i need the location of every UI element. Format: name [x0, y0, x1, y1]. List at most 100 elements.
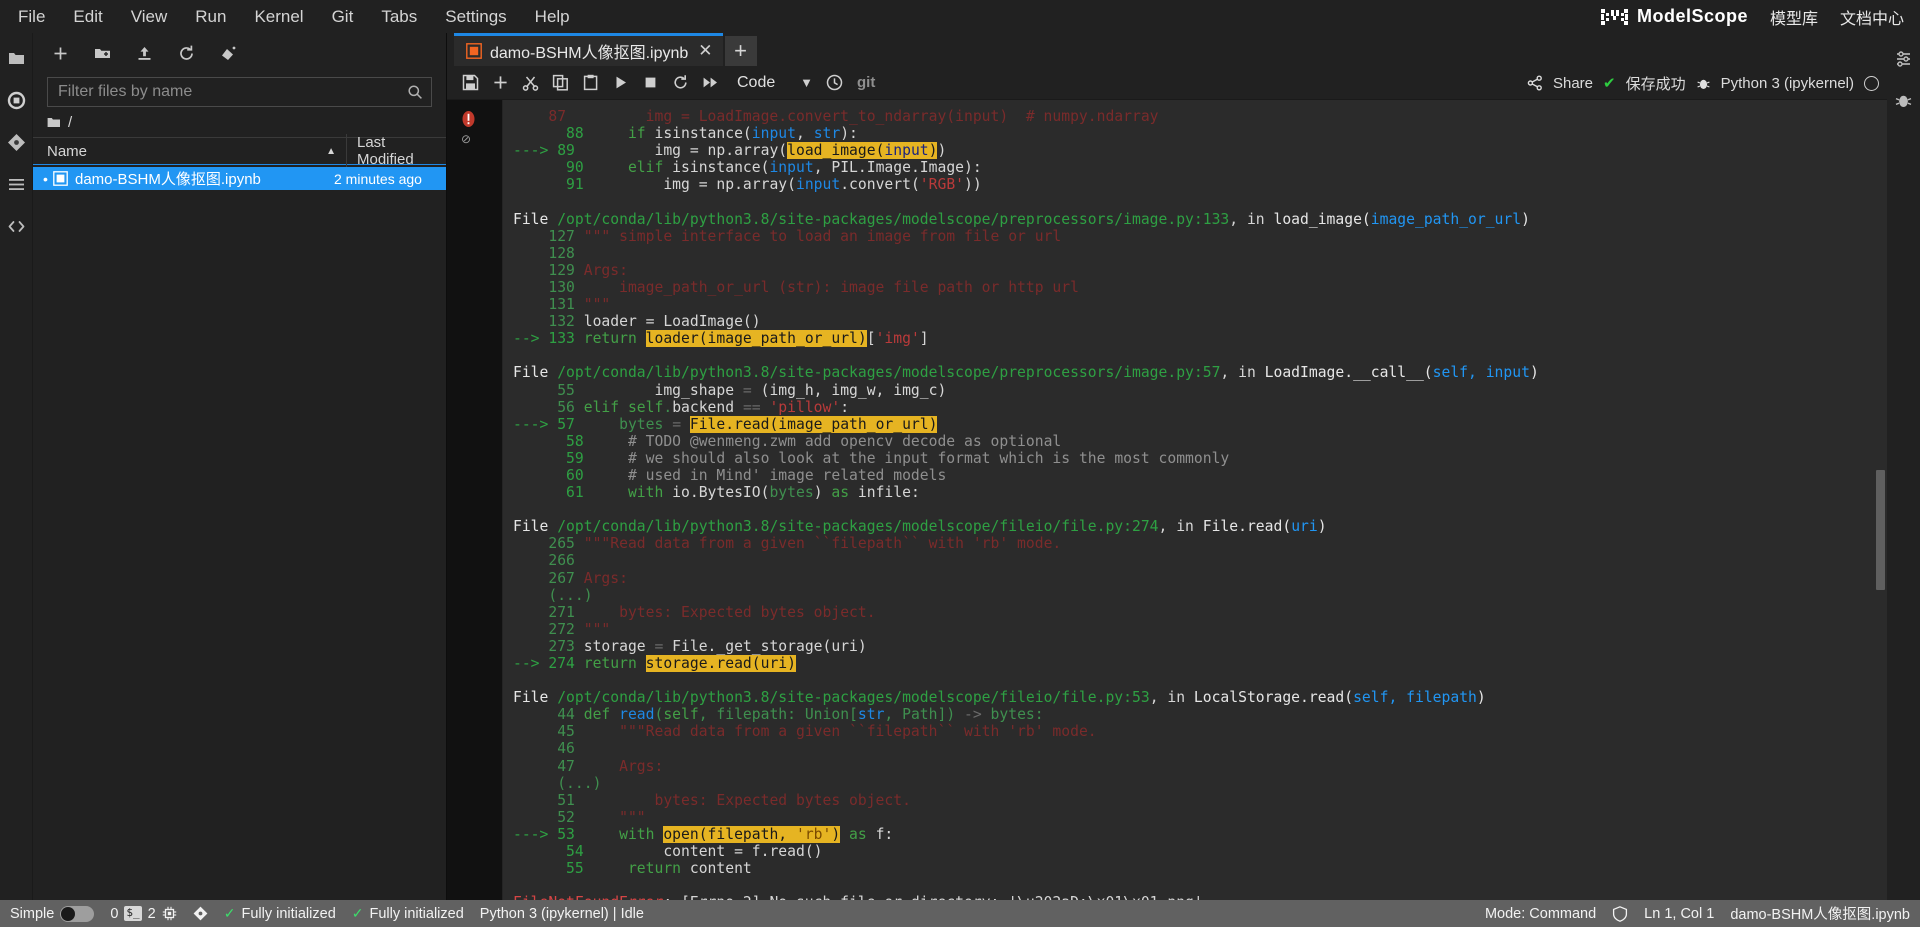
kernel-status[interactable]: Python 3 (ipykernel) | Idle: [480, 906, 644, 922]
column-header-modified[interactable]: Last Modified: [346, 134, 446, 168]
property-inspector-button[interactable]: [1887, 37, 1920, 79]
notebook-body: ⊘ 87 img = LoadImage.convert_to_ndarray(…: [447, 100, 1887, 900]
kernel-name-label[interactable]: Python 3 (ipykernel): [1721, 75, 1854, 92]
toggle-switch[interactable]: [60, 905, 95, 922]
status-bar: Simple 0 $_ 2 ✓ Fully initialized ✓ Full…: [0, 900, 1920, 927]
save-success-icon: ✔: [1603, 75, 1616, 92]
file-list: • damo-BSHM人像抠图.ipynb 2 minutes ago: [33, 165, 446, 900]
terminal-icon: $_: [124, 906, 142, 921]
sort-ascending-icon: ▲: [326, 145, 336, 157]
sidebar-item-git[interactable]: [0, 121, 33, 163]
simple-mode-label: Simple: [10, 905, 55, 922]
sidebar-item-file-browser[interactable]: [0, 37, 33, 79]
file-browser-panel: / Name ▲ Last Modified • damo-BSHM人像抠图.i…: [33, 33, 447, 900]
output-scrollbar-thumb[interactable]: [1876, 470, 1885, 590]
menu-kernel[interactable]: Kernel: [240, 4, 317, 29]
search-input[interactable]: [56, 82, 407, 102]
git-status-icon-wrap[interactable]: [193, 906, 208, 921]
debugger-panel-button[interactable]: [1887, 79, 1920, 121]
menu-view[interactable]: View: [117, 4, 182, 29]
cell-output-traceback: 87 img = LoadImage.convert_to_ndarray(in…: [502, 100, 1887, 900]
breadcrumb[interactable]: /: [33, 107, 446, 137]
git-icon: [193, 906, 208, 921]
share-button[interactable]: Share: [1553, 75, 1593, 92]
modelscope-logo[interactable]: ModelScope: [1600, 6, 1748, 27]
save-icon: [462, 74, 478, 91]
sidebar-item-running[interactable]: [0, 79, 33, 121]
cell-type-select[interactable]: Code ▼: [735, 70, 815, 96]
copy-icon: [552, 74, 568, 91]
file-filter-box[interactable]: [47, 77, 432, 107]
upload-button[interactable]: [123, 36, 165, 70]
traceback-text: 87 img = LoadImage.convert_to_ndarray(in…: [513, 108, 1539, 900]
kernel-idle-indicator[interactable]: [1864, 75, 1879, 91]
refresh-icon: [179, 45, 193, 60]
run-cell-button[interactable]: [605, 69, 635, 97]
restart-icon: [673, 75, 687, 89]
shield-icon: [1613, 905, 1628, 922]
check-icon: ✓: [351, 905, 364, 921]
terminal-count: 0: [110, 905, 119, 922]
brand-zone: ModelScope 模型库 文档中心: [1600, 0, 1920, 33]
menu-tabs[interactable]: Tabs: [367, 4, 431, 29]
output-scrollbar[interactable]: [1875, 100, 1886, 900]
file-list-header: Name ▲ Last Modified: [33, 134, 446, 168]
bug-icon[interactable]: [1696, 76, 1711, 91]
menu-edit[interactable]: Edit: [59, 4, 116, 29]
notebook-mode[interactable]: Mode: Command: [1485, 906, 1596, 922]
init-status-label-1: Fully initialized: [241, 905, 336, 922]
brand-link-docs[interactable]: 文档中心: [1840, 5, 1904, 29]
simple-interface-toggle[interactable]: Simple: [10, 905, 95, 922]
new-file-from-path-button[interactable]: [207, 36, 249, 70]
new-folder-button[interactable]: [81, 36, 123, 70]
insert-cell-button[interactable]: [485, 69, 515, 97]
close-icon[interactable]: ✕: [696, 41, 712, 61]
cell-collapse-marker[interactable]: ⊘: [461, 132, 471, 146]
folder-icon: [8, 52, 24, 64]
restart-and-run-all-button[interactable]: [695, 69, 725, 97]
notebook-icon: [53, 171, 68, 186]
copy-cell-button[interactable]: [545, 69, 575, 97]
fast-forward-icon: [703, 77, 717, 88]
notebook-cell: ⊘ 87 img = LoadImage.convert_to_ndarray(…: [447, 100, 1887, 900]
save-button[interactable]: [455, 69, 485, 97]
brand-link-models[interactable]: 模型库: [1770, 5, 1818, 29]
extension-init-status-1[interactable]: ✓ Fully initialized: [224, 905, 336, 922]
sidebar-item-table-of-contents[interactable]: [0, 163, 33, 205]
menu-settings[interactable]: Settings: [431, 4, 520, 29]
share-icon[interactable]: [1527, 75, 1543, 91]
menu-run[interactable]: Run: [181, 4, 240, 29]
menu-bar: File Edit View Run Kernel Git Tabs Setti…: [0, 0, 1920, 33]
column-header-name[interactable]: Name ▲: [47, 143, 346, 160]
sidebar-item-extension-manager[interactable]: [0, 205, 33, 247]
stop-circle-icon: [7, 91, 25, 109]
tab-notebook[interactable]: damo-BSHM人像抠图.ipynb ✕: [454, 33, 723, 66]
new-tab-button[interactable]: +: [724, 36, 757, 66]
git-toolbar-label[interactable]: git: [849, 74, 875, 91]
cut-cell-button[interactable]: [515, 69, 545, 97]
cursor-position[interactable]: Ln 1, Col 1: [1644, 906, 1714, 922]
list-icon: [8, 178, 24, 190]
menu-file[interactable]: File: [4, 4, 59, 29]
cell-type-value: Code: [737, 73, 776, 91]
file-modified: 2 minutes ago: [334, 170, 422, 187]
command-history-button[interactable]: [819, 69, 849, 97]
extension-init-status-2[interactable]: ✓ Fully initialized: [352, 905, 464, 922]
new-launcher-button[interactable]: [39, 36, 81, 70]
error-badge-icon: [462, 111, 475, 127]
accessibility-icon-wrap[interactable]: [1612, 905, 1628, 922]
upload-icon: [138, 46, 150, 60]
folder-small-icon: [47, 117, 60, 127]
refresh-button[interactable]: [165, 36, 207, 70]
menu-git[interactable]: Git: [318, 4, 368, 29]
restart-kernel-button[interactable]: [665, 69, 695, 97]
list-item[interactable]: • damo-BSHM人像抠图.ipynb 2 minutes ago: [33, 167, 446, 190]
terminals-and-kernels[interactable]: 0 $_ 2: [110, 906, 176, 922]
paste-cell-button[interactable]: [575, 69, 605, 97]
folder-plus-icon: [94, 48, 110, 58]
notebook-area: damo-BSHM人像抠图.ipynb ✕ + Code ▼ git Share…: [447, 33, 1887, 900]
interrupt-kernel-button[interactable]: [635, 69, 665, 97]
unsaved-indicator-dot: •: [43, 170, 48, 187]
menu-help[interactable]: Help: [521, 4, 584, 29]
cell-gutter: ⊘: [447, 100, 502, 900]
